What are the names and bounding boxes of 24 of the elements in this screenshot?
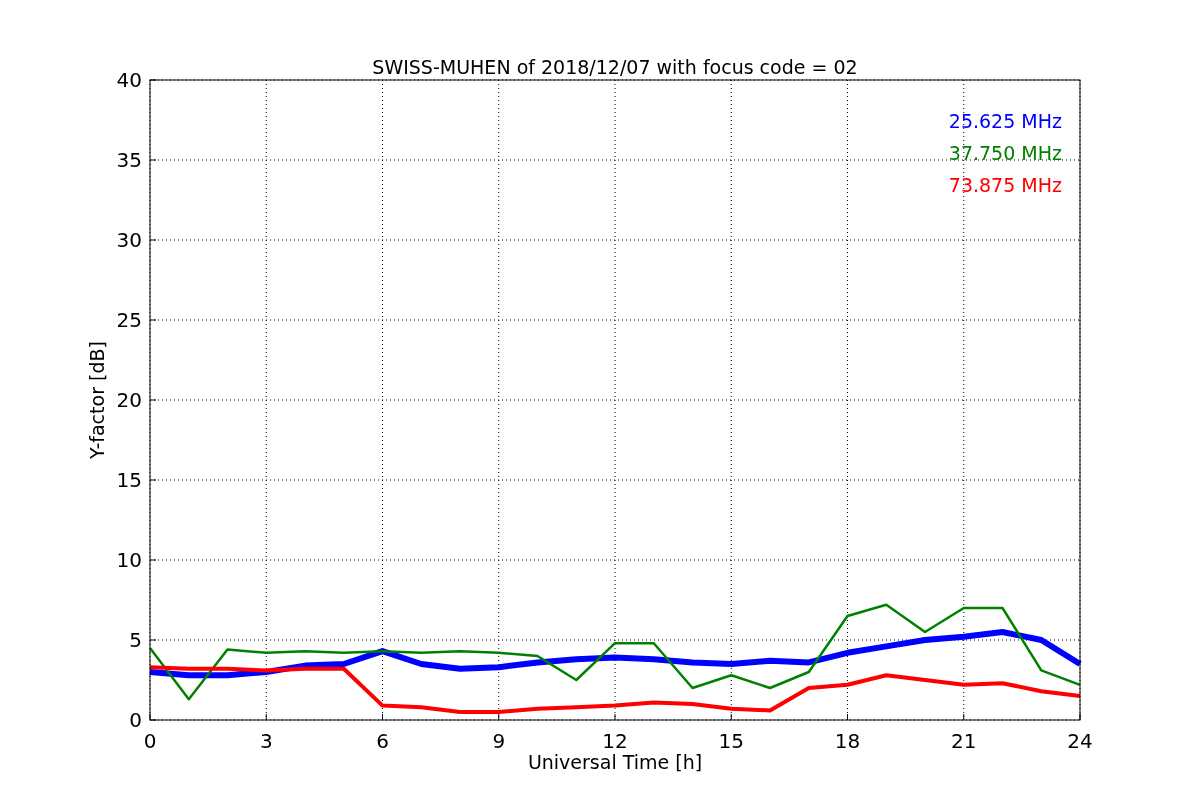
y-tick-label: 0 [129,708,142,732]
x-tick-label: 3 [259,729,273,753]
y-tick-label: 30 [116,228,142,252]
x-tick-label: 21 [951,729,977,753]
y-axis-label: Y-factor [dB] [86,341,108,459]
x-tick-label: 12 [602,729,628,753]
legend-label: 37.750 MHz [948,142,1062,164]
y-tick-label: 25 [116,308,142,332]
chart-title: SWISS-MUHEN of 2018/12/07 with focus code = 02 [372,56,858,78]
x-axis-label: Universal Time [h] [527,751,703,773]
x-tick-label: 9 [492,729,506,753]
y-tick-label: 40 [116,68,142,92]
y-tick-label: 10 [116,548,142,572]
x-tick-label: 24 [1067,729,1093,753]
legend-label: 73.875 MHz [948,174,1062,196]
y-tick-label: 20 [116,388,142,412]
y-tick-label: 35 [116,148,142,172]
x-tick-label: 6 [376,729,389,753]
y-tick-label: 5 [129,628,142,652]
x-tick-label: 0 [143,729,157,753]
x-tick-label: 15 [718,729,744,753]
legend-label: 25.625 MHz [948,110,1062,132]
x-tick-label: 18 [834,729,861,753]
y-tick-label: 15 [116,468,142,492]
